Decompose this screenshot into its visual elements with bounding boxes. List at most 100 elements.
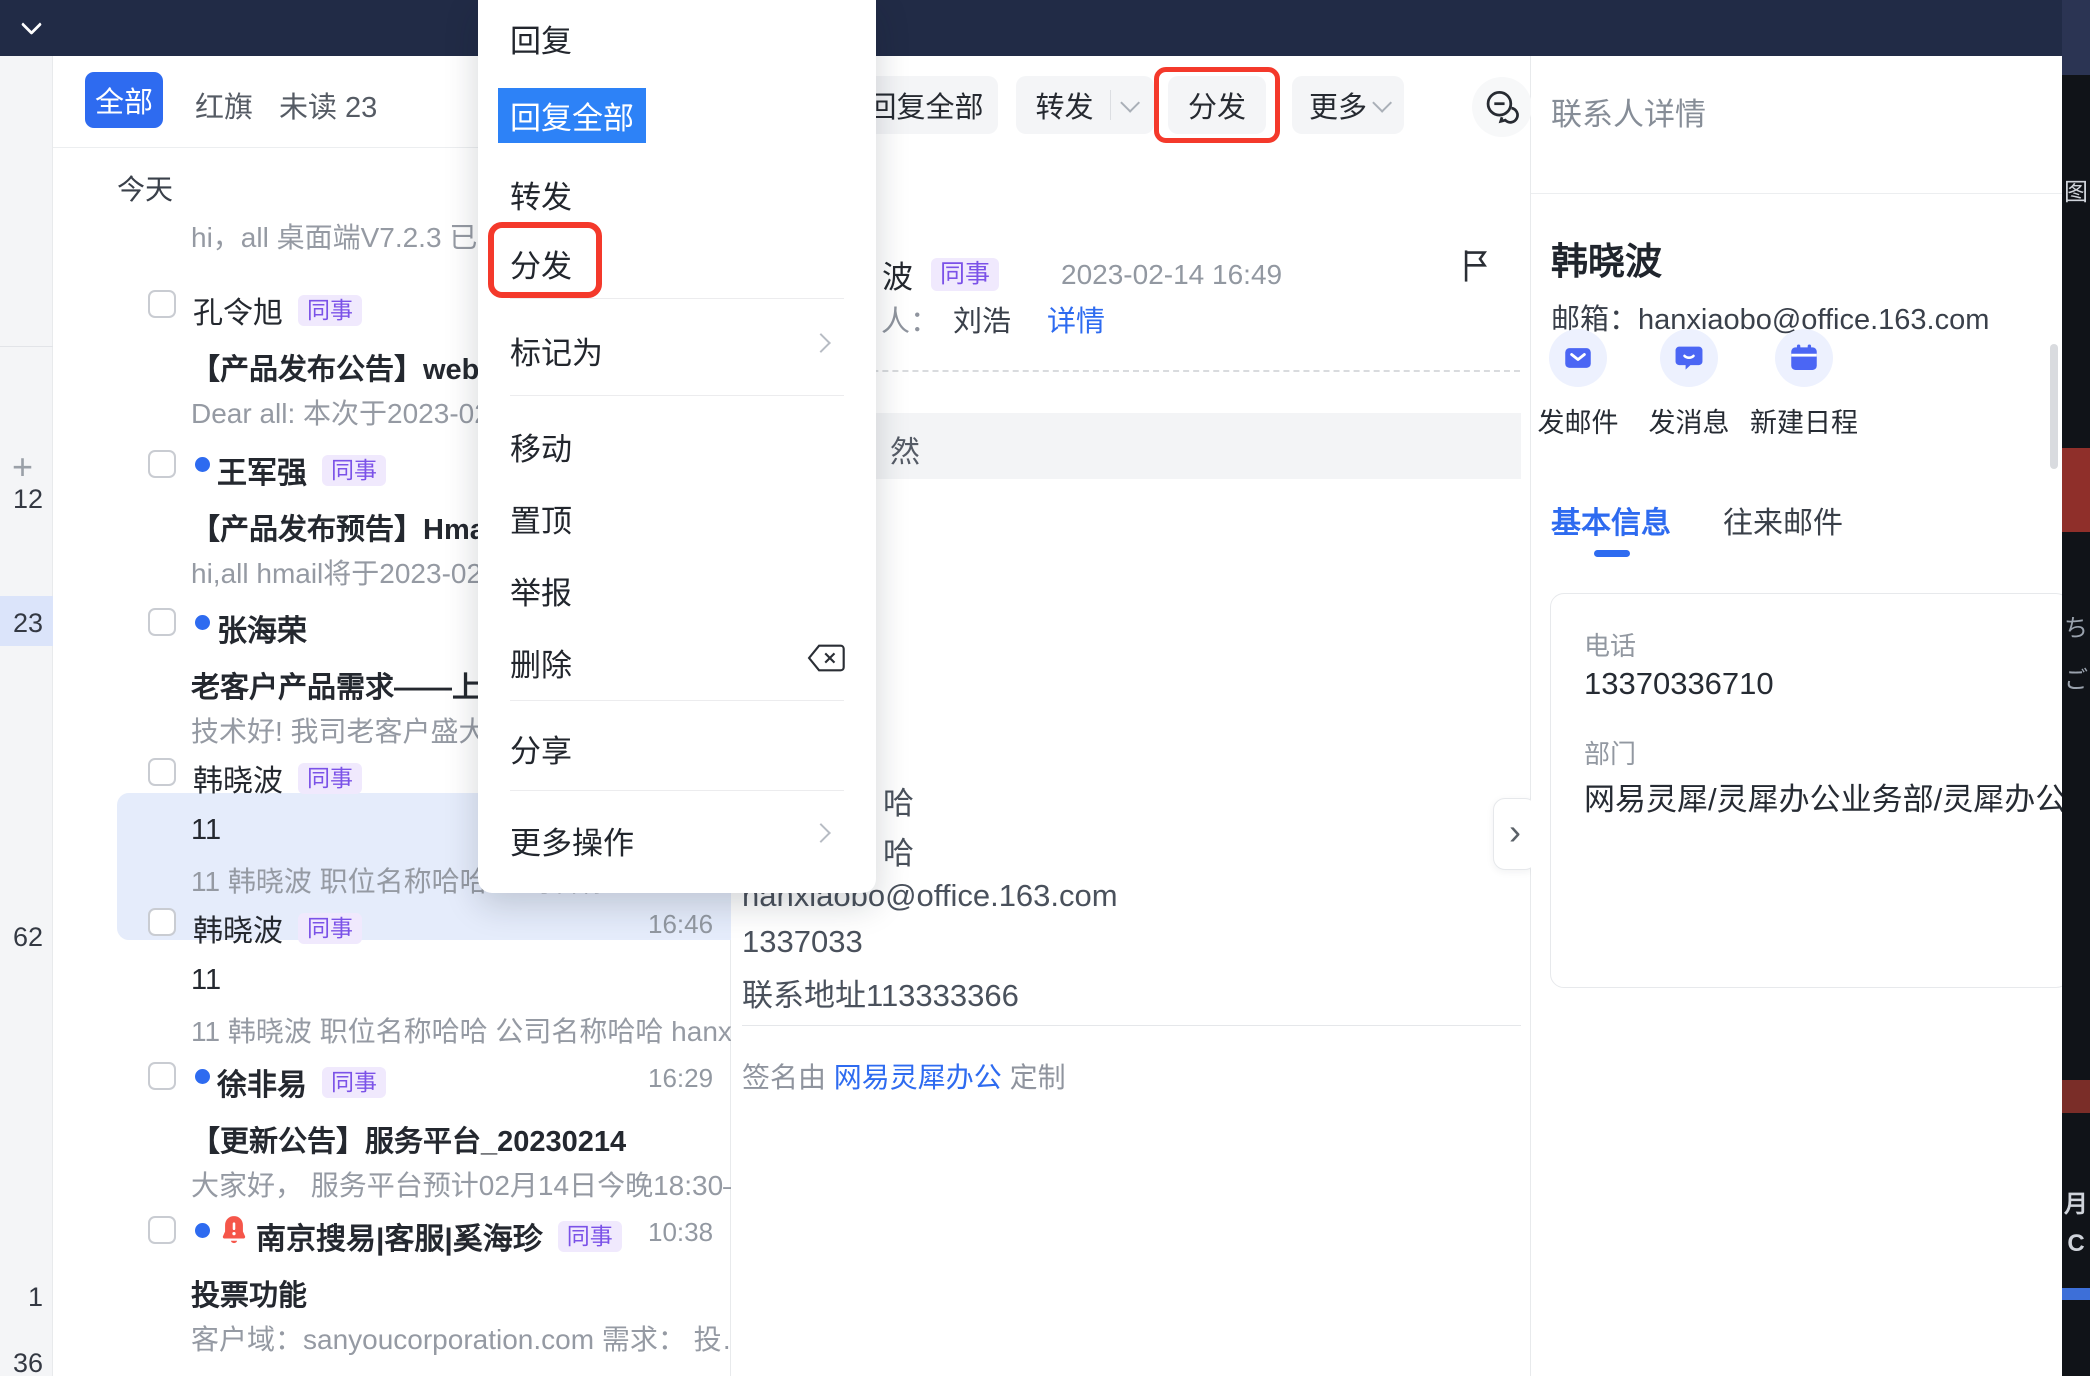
submenu-chevron-icon [811, 823, 831, 843]
chat-bubbles-icon[interactable] [1472, 77, 1532, 137]
background-glyph: C [2067, 1230, 2085, 1257]
email-sender: 张海荣 [217, 615, 307, 648]
send-mail-label: 发邮件 [1537, 408, 1619, 438]
email-context-menu: 回复 回复全部 转发 分发 标记为 移动 置顶 举报 删除 分享 更多操作 [478, 0, 876, 893]
colleague-badge: 同事 [557, 1220, 622, 1252]
email-checkbox[interactable] [148, 758, 176, 786]
chat-icon[interactable] [1660, 329, 1718, 387]
unread-dot [195, 615, 210, 630]
more-button[interactable]: 更多 [1292, 76, 1404, 134]
email-checkbox[interactable] [148, 1216, 176, 1244]
menu-item-pin[interactable]: 置顶 [510, 496, 572, 541]
recipient-label: 人： [881, 306, 940, 338]
department-label: 部门 [1584, 739, 1637, 769]
forward-button[interactable]: 转发 [1016, 76, 1154, 134]
add-folder-button[interactable]: + [12, 446, 33, 488]
body-line: 联系地址113333366 [742, 978, 1019, 1013]
menu-divider [510, 395, 844, 396]
email-checkbox[interactable] [148, 290, 176, 318]
annotation-box-toolbar-distribute [1154, 67, 1280, 143]
menu-item-forward[interactable]: 转发 [510, 172, 572, 217]
email-sender: 孔令旭 [193, 297, 283, 330]
background-thumbnail [2062, 1288, 2090, 1300]
menu-divider [510, 298, 844, 299]
colleague-badge: 同事 [931, 258, 1000, 291]
new-event-label: 新建日程 [1750, 408, 1858, 438]
folder-rail: + 12 23 62 1 36 [0, 56, 53, 1376]
tab-unread[interactable]: 未读 23 [279, 84, 377, 126]
chevron-right-icon: › [1509, 811, 1521, 852]
folder-count[interactable]: 12 [13, 484, 43, 515]
tab-mail-history[interactable]: 往来邮件 [1723, 498, 1843, 542]
email-checkbox[interactable] [148, 450, 176, 478]
background-glyph: 月 [2064, 1191, 2088, 1218]
signature-line: 签名由 网易灵犀办公 定制 [742, 1056, 1066, 1096]
signature-prefix: 签名由 [742, 1062, 834, 1093]
folder-count[interactable]: 1 [28, 1282, 43, 1313]
email-snippet: 大家好， 服务平台预计02月14日今晚18:30–1… [191, 1170, 766, 1201]
email-checkbox[interactable] [148, 908, 176, 936]
email-checkbox[interactable] [148, 608, 176, 636]
body-line: 哈 [883, 836, 914, 871]
colleague-badge: 同事 [322, 454, 386, 486]
menu-item-mark-as[interactable]: 标记为 [510, 328, 603, 373]
detail-link[interactable]: 详情 [1047, 298, 1105, 340]
colleague-badge: 同事 [298, 762, 362, 794]
email-checkbox[interactable] [148, 1062, 176, 1090]
background-thumbnail [2062, 448, 2090, 532]
menu-item-reply-all[interactable]: 回复全部 [498, 88, 646, 143]
recipient-name: 刘浩 [953, 306, 1012, 338]
folder-count[interactable]: 62 [13, 922, 43, 953]
chevron-down-icon [1372, 92, 1393, 113]
send-message-label: 发消息 [1648, 408, 1730, 438]
submenu-chevron-icon [811, 333, 831, 353]
menu-item-report[interactable]: 举报 [510, 568, 572, 613]
menu-item-more-operations[interactable]: 更多操作 [510, 818, 634, 863]
active-tab-indicator [1594, 550, 1630, 557]
background-glyph: 图 [2064, 179, 2088, 206]
chevron-down-icon[interactable] [1119, 92, 1140, 113]
panel-title: 联系人详情 [1551, 97, 1706, 132]
sender-name: 波 [882, 260, 913, 295]
new-event-action[interactable]: 新建日程 [1749, 329, 1859, 440]
colleague-badge: 同事 [322, 1066, 386, 1098]
menu-item-reply[interactable]: 回复 [510, 16, 572, 61]
envelope-icon[interactable] [1549, 329, 1607, 387]
mail-app-window: + 12 23 62 1 36 全部 红旗 未读 23 今天 hi，all 桌面… [0, 0, 2062, 1376]
email-subject: 投票功能 [191, 1280, 308, 1312]
desktop-strip: 图 ち ご 月 C [2062, 0, 2090, 1376]
tab-flagged[interactable]: 红旗 [195, 84, 253, 126]
body-line: 哈 [883, 786, 914, 821]
email-sender: 南京搜易|客服|奚海珍 [256, 1223, 543, 1256]
folder-count-selected[interactable]: 23 [13, 608, 43, 639]
email-sender: 韩晓波 [193, 915, 283, 948]
email-subject: 【更新公告】服务平台_20230214 [191, 1126, 627, 1158]
tab-basic-info[interactable]: 基本信息 [1551, 498, 1671, 542]
menu-item-move[interactable]: 移动 [510, 424, 572, 469]
menu-item-share[interactable]: 分享 [510, 726, 572, 771]
phone-label: 电话 [1584, 631, 1637, 661]
annotation-box-menu-distribute [488, 222, 602, 298]
calendar-icon[interactable] [1775, 329, 1833, 387]
chevron-down-icon[interactable] [22, 16, 40, 34]
window-titlebar [0, 0, 2062, 56]
background-window-fragment [2062, 0, 2090, 75]
colleague-badge: 同事 [298, 912, 362, 944]
rail-divider [0, 346, 53, 347]
email-sender: 韩晓波 [193, 765, 283, 798]
urgent-bell-icon [217, 1212, 251, 1248]
menu-divider [510, 790, 844, 791]
tab-all[interactable]: 全部 [85, 72, 163, 128]
folder-count[interactable]: 36 [13, 1348, 43, 1376]
flag-icon[interactable] [1459, 246, 1493, 286]
body-line: 1337033 [742, 924, 863, 959]
scrollbar-thumb[interactable] [2050, 344, 2058, 469]
email-time: 16:46 [648, 909, 714, 939]
contact-detail-panel: 联系人详情 韩晓波 邮箱：hanxiaobo@office.163.com 发邮… [1531, 56, 2062, 1376]
send-mail-action[interactable]: 发邮件 [1523, 329, 1633, 440]
colleague-badge: 同事 [298, 294, 362, 326]
menu-item-delete[interactable]: 删除 [510, 640, 572, 685]
group-header-today: 今天 [117, 174, 174, 205]
signature-brand-link[interactable]: 网易灵犀办公 [834, 1062, 1002, 1093]
send-message-action[interactable]: 发消息 [1634, 329, 1744, 440]
